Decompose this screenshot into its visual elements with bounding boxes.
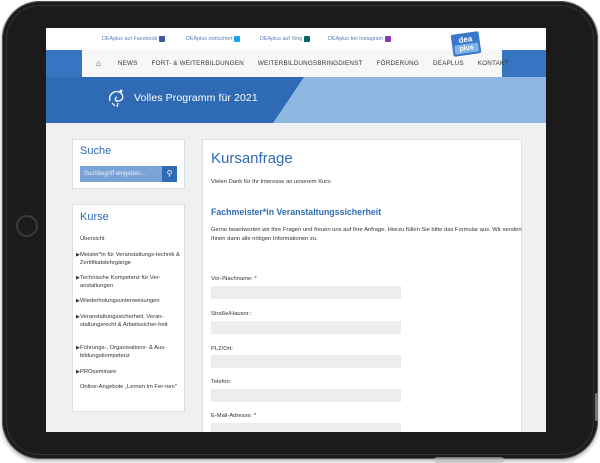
search-title: Suche — [80, 145, 112, 157]
social-link-xing[interactable]: DEAplus auf Xing — [260, 36, 311, 42]
social-label: DEAplus zwitschert — [186, 36, 233, 42]
nav-item-fort-weiterbildungen[interactable]: FORT- & WEITERBILDUNGEN — [145, 60, 251, 67]
course-label: Online-Angebote „Lernen im Fer-nen" — [80, 384, 177, 390]
courses-title: Kurse — [80, 211, 109, 223]
course-label: Technische Kompetenz für Ver-anstaltunge… — [80, 275, 161, 289]
course-link-fuehrung[interactable]: ▶ Führungs-, Organisations- & Aus-bildun… — [76, 345, 184, 360]
name-field[interactable] — [211, 286, 401, 299]
social-label: DEAplus auf Facebook — [102, 36, 158, 42]
nav-item-kontakt[interactable]: KONTAKT — [471, 60, 516, 67]
main-nav: ⌂ NEWS FORT- & WEITERBILDUNGEN WEITERBIL… — [82, 50, 508, 77]
social-link-instagram[interactable]: DEAplus bei Instagram — [328, 36, 392, 42]
course-label: Meister*in für Veranstaltungs-technik & … — [80, 252, 180, 266]
tablet-frame: DEAplus auf Facebook DEAplus zwitschert … — [2, 1, 598, 459]
nav-item-news[interactable]: NEWS — [111, 60, 145, 67]
logo-text-bottom: plus — [454, 42, 480, 55]
banner-title[interactable]: Volles Programm für 2021 — [134, 92, 258, 104]
course-link-proseminare[interactable]: ▶ PROseminare — [76, 369, 184, 377]
social-label: DEAplus bei Instagram — [328, 36, 384, 42]
arrow-right-icon: ▶ — [76, 275, 80, 281]
course-label: Veranstaltungssicherheit, Veran-staltung… — [80, 314, 168, 328]
arrow-right-icon: ▶ — [76, 314, 80, 320]
nav-item-deaplus[interactable]: DEAPLUS — [426, 60, 471, 67]
search-input[interactable]: Suchbegriff eingeben... — [80, 166, 162, 182]
search-icon[interactable]: ⚲ — [162, 166, 177, 182]
course-link-veranstaltungssicherheit[interactable]: ▶ Veranstaltungssicherheit, Veran-staltu… — [76, 314, 184, 329]
stand-shadow — [434, 457, 504, 463]
course-label: PROseminare — [80, 369, 117, 375]
course-link-technische-kompetenz[interactable]: ▶ Technische Kompetenz für Ver-anstaltun… — [76, 275, 184, 290]
twitter-icon — [234, 36, 241, 42]
field-label-city: PLZ/Ort: — [211, 346, 233, 352]
tablet-screen: DEAplus auf Facebook DEAplus zwitschert … — [46, 28, 546, 432]
course-link-uebersicht[interactable]: Übersicht — [80, 236, 184, 244]
deaplus-logo[interactable]: dea plus — [450, 31, 482, 57]
course-label: Wiederholungsunterweisungen — [80, 298, 160, 304]
social-link-facebook[interactable]: DEAplus auf Facebook — [102, 36, 166, 42]
street-field[interactable] — [211, 321, 401, 334]
doodle-icon — [106, 87, 128, 109]
email-field[interactable] — [211, 423, 401, 432]
instagram-icon — [385, 36, 392, 42]
field-label-phone: Telefon: — [211, 379, 232, 385]
social-link-twitter[interactable]: DEAplus zwitschert — [186, 36, 241, 42]
nav-item-foerderung[interactable]: FÖRDERUNG — [370, 60, 426, 67]
course-heading: Fachmeister*in Veranstaltungssicherheit — [211, 207, 382, 217]
course-link-meister[interactable]: ▶ Meister*in für Veranstaltungs-technik … — [76, 252, 184, 267]
xing-icon — [304, 36, 311, 42]
phone-field[interactable] — [211, 389, 401, 402]
page-title: Kursanfrage — [211, 150, 293, 167]
arrow-right-icon: ▶ — [76, 345, 80, 351]
course-label: Führungs-, Organisations- & Aus-bildungs… — [80, 345, 167, 359]
course-label: Übersicht — [80, 236, 105, 242]
city-field[interactable] — [211, 355, 401, 368]
side-button — [595, 393, 598, 421]
tablet-mockup: DEAplus auf Facebook DEAplus zwitschert … — [0, 0, 600, 463]
arrow-right-icon: ▶ — [76, 369, 80, 375]
nav-edge-left — [46, 50, 82, 77]
course-link-wiederholung[interactable]: ▶ Wiederholungsunterweisungen — [76, 298, 184, 306]
nav-item-weiterbildungsbringdienst[interactable]: WEITERBILDUNGSBRINGDIENST — [251, 60, 370, 67]
arrow-right-icon: ▶ — [76, 298, 80, 304]
home-icon[interactable]: ⌂ — [96, 59, 101, 68]
field-label-email: E-Mail-Adresse: * — [211, 413, 257, 419]
social-label: DEAplus auf Xing — [260, 36, 303, 42]
field-label-name: Vor-/Nachname: * — [211, 276, 257, 282]
home-button-icon — [16, 215, 38, 237]
form-description: Gerne beantworten wir Ihre Fragen und fr… — [211, 227, 522, 242]
facebook-icon — [159, 36, 166, 42]
course-link-online-angebote[interactable]: Online-Angebote „Lernen im Fer-nen" — [80, 384, 184, 392]
field-label-street: Straße/Hausnr.: — [211, 311, 252, 317]
intro-text: Vielen Dank für Ihr Interesse an unserem… — [211, 179, 332, 185]
arrow-right-icon: ▶ — [76, 252, 80, 258]
